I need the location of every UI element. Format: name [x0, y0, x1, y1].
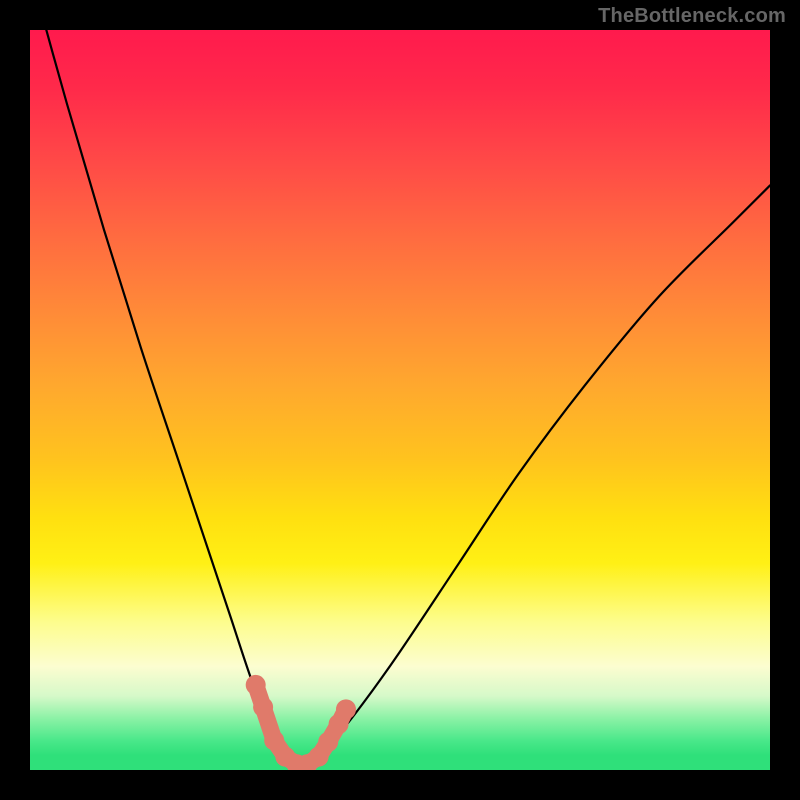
- outer-frame: TheBottleneck.com: [0, 0, 800, 800]
- data-dot: [264, 730, 284, 750]
- plot-area: [30, 30, 770, 770]
- data-dot: [246, 675, 266, 695]
- data-dot: [336, 699, 356, 719]
- data-dot: [318, 732, 338, 752]
- right-curve: [296, 185, 770, 766]
- curves-svg: [30, 30, 770, 770]
- data-dot: [253, 697, 273, 717]
- left-curve: [30, 30, 296, 766]
- watermark-text: TheBottleneck.com: [598, 5, 786, 28]
